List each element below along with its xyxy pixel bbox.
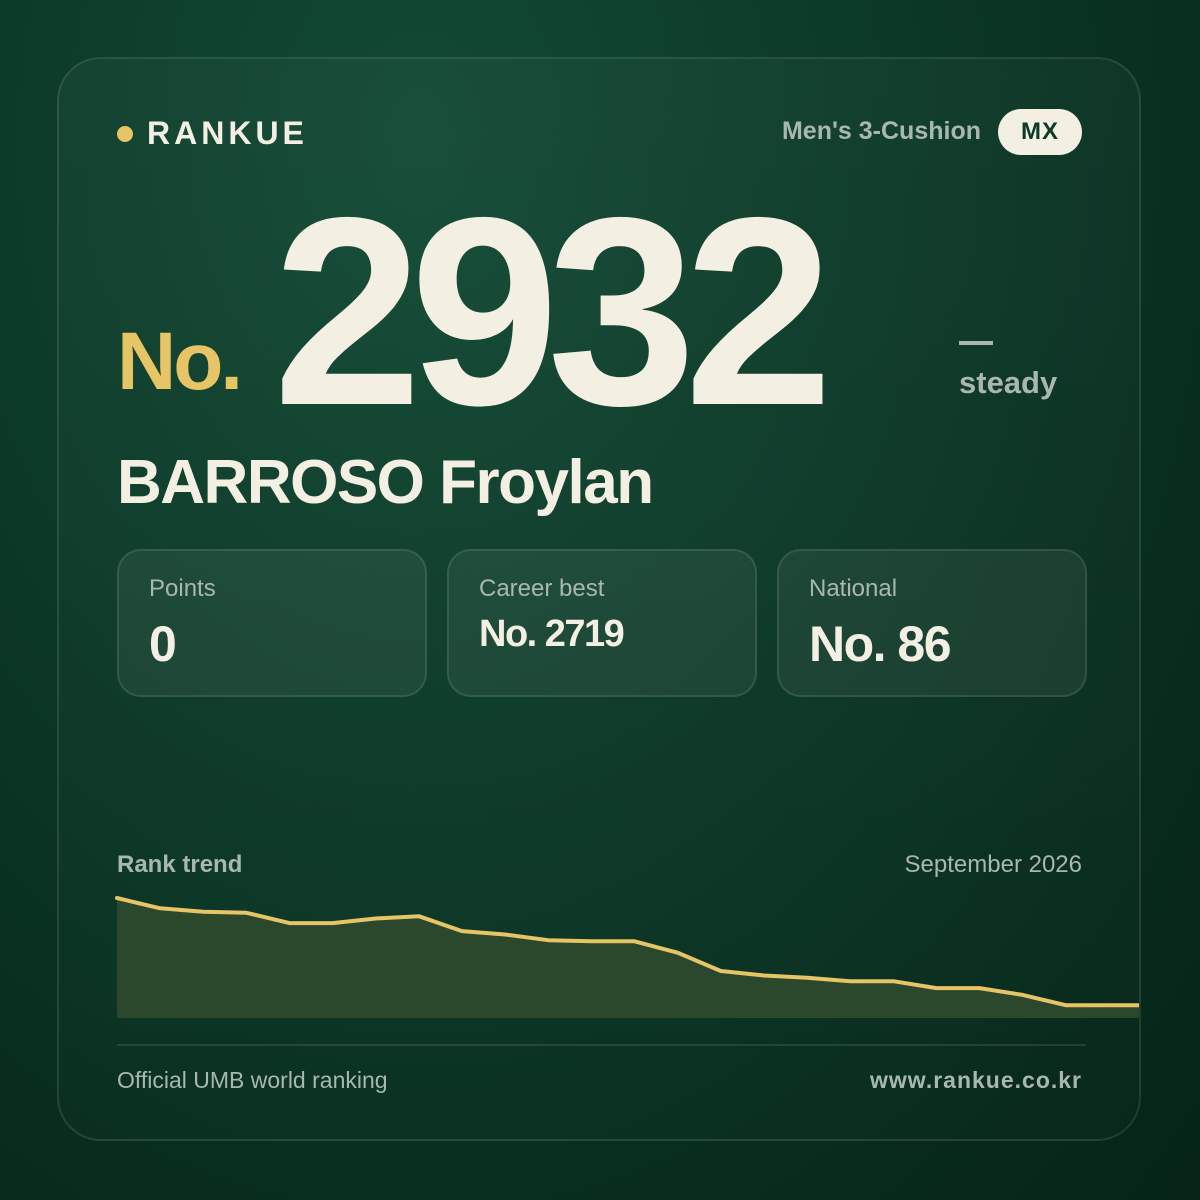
ranking-card: RANKUE Men's 3-Cushion MX No. 2932 stead… <box>57 57 1141 1141</box>
brand-name: RANKUE <box>147 115 308 151</box>
stat-card-points: Points 0 <box>117 549 427 697</box>
stat-label: National <box>809 575 898 602</box>
country-badge: MX <box>998 109 1082 155</box>
stat-value: 0 <box>149 616 177 672</box>
rank-change-dash-icon <box>959 341 993 345</box>
category-label: Men's 3-Cushion <box>781 117 981 145</box>
stat-card-national: National No. 86 <box>777 549 1087 697</box>
stat-value: No. 2719 <box>479 613 625 655</box>
rank-trend-chart <box>115 896 1139 1018</box>
footer-divider <box>117 1044 1086 1046</box>
stat-label: Career best <box>479 575 605 602</box>
footer-url[interactable]: www.rankue.co.kr <box>870 1067 1082 1094</box>
footer-source: Official UMB world ranking <box>117 1067 388 1093</box>
trend-area <box>117 898 1139 1018</box>
rank-prefix: No. <box>117 316 243 407</box>
stat-value: No. 86 <box>809 616 952 672</box>
player-name: BARROSO Froylan <box>117 448 654 517</box>
rank-number: 2932 <box>273 161 833 461</box>
brand: RANKUE <box>117 115 308 152</box>
stat-label: Points <box>149 575 216 602</box>
trend-label: Rank trend <box>117 851 243 878</box>
trend-date: September 2026 <box>904 851 1082 878</box>
brand-dot-icon <box>117 125 133 142</box>
stat-card-career-best: Career best No. 2719 <box>447 549 757 697</box>
rank-change-label: steady <box>959 365 1058 400</box>
